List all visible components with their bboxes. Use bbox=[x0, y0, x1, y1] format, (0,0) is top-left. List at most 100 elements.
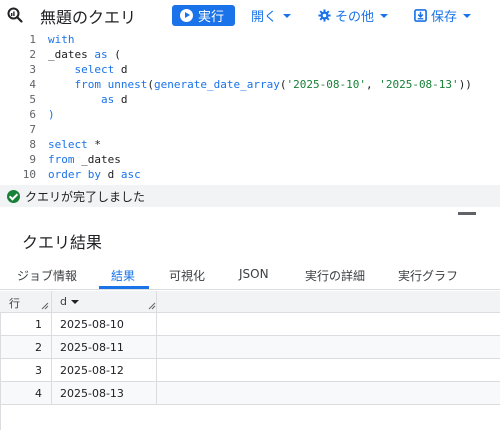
code-token: '2025-08-13' bbox=[379, 78, 459, 91]
code-line[interactable]: 9 from _dates bbox=[0, 153, 500, 168]
panel-resize-handle[interactable] bbox=[458, 212, 476, 215]
chevron-down-icon bbox=[463, 13, 472, 18]
code-token: '2025-08-10' bbox=[286, 78, 366, 91]
code-token: , bbox=[365, 78, 380, 91]
query-icon bbox=[7, 7, 23, 23]
line-number: 2 bbox=[29, 48, 36, 61]
line-number: 9 bbox=[29, 153, 36, 166]
code-token: order by bbox=[48, 168, 101, 181]
column-divider bbox=[51, 291, 52, 313]
code-token: d bbox=[100, 168, 121, 181]
table-row[interactable]: 2 2025-08-11 bbox=[0, 336, 500, 359]
code-text: select d bbox=[48, 63, 128, 76]
code-token: select bbox=[48, 138, 88, 151]
column-divider bbox=[156, 313, 157, 336]
code-token: as bbox=[100, 93, 115, 106]
tab-visualization[interactable]: 可視化 bbox=[169, 267, 205, 284]
column-divider bbox=[51, 313, 52, 336]
code-text: _dates as ( bbox=[48, 48, 121, 61]
line-number: 10 bbox=[22, 168, 36, 181]
cell-d[interactable]: 2025-08-13 bbox=[60, 387, 124, 400]
code-line[interactable]: 2 _dates as ( bbox=[0, 48, 500, 63]
code-token: generate_date_array bbox=[154, 78, 280, 91]
code-token: ) bbox=[48, 108, 55, 121]
run-button[interactable]: 実行 bbox=[172, 5, 235, 26]
code-token: d bbox=[114, 63, 128, 76]
query-toolbar: 無題のクエリ 実行 開く その他 保存 bbox=[0, 0, 500, 30]
sql-editor[interactable]: 1 with 2 _dates as (3 select d4 from unnest… bbox=[0, 30, 500, 185]
column-divider bbox=[51, 359, 52, 382]
code-token: from bbox=[48, 153, 75, 166]
line-number: 1 bbox=[29, 33, 36, 46]
more-menu-button[interactable]: その他 bbox=[318, 6, 389, 25]
cell-d[interactable]: 2025-08-11 bbox=[60, 341, 124, 354]
results-tabs: ジョブ情報 結果 可視化 JSON 実行の詳細 実行グラフ bbox=[0, 262, 500, 290]
code-line[interactable]: 5 as d bbox=[0, 93, 500, 108]
code-token: _dates bbox=[74, 153, 121, 166]
code-line[interactable]: 1 with bbox=[0, 33, 500, 48]
tab-execution-details[interactable]: 実行の詳細 bbox=[305, 267, 365, 284]
table-header: 行 d bbox=[0, 291, 500, 313]
line-number: 4 bbox=[29, 78, 36, 91]
line-number: 6 bbox=[29, 108, 36, 121]
chevron-down-icon bbox=[380, 13, 389, 18]
open-menu-label: 開く bbox=[251, 10, 278, 25]
more-menu-label: その他 bbox=[335, 10, 375, 25]
query-status-bar: クエリが完了しました bbox=[0, 185, 500, 207]
code-line[interactable]: 6) bbox=[0, 108, 500, 123]
code-text: from unnest(generate_date_array('2025-08… bbox=[48, 78, 472, 91]
code-token: ( bbox=[107, 48, 121, 61]
column-header-row: 行 bbox=[9, 297, 20, 310]
tab-execution-graph[interactable]: 実行グラフ bbox=[398, 267, 458, 284]
cell-d[interactable]: 2025-08-12 bbox=[60, 364, 124, 377]
table-row[interactable]: 4 2025-08-13 bbox=[0, 382, 500, 405]
code-token: )) bbox=[458, 78, 472, 91]
check-circle-icon bbox=[7, 189, 20, 203]
column-header-d[interactable]: d bbox=[60, 295, 79, 308]
code-token: ( bbox=[147, 78, 154, 91]
code-token: d bbox=[114, 93, 128, 106]
table-row[interactable]: 1 2025-08-10 bbox=[0, 313, 500, 336]
column-divider bbox=[51, 382, 52, 405]
code-text: as d bbox=[48, 93, 128, 106]
tab-json[interactable]: JSON bbox=[239, 267, 269, 281]
tab-results[interactable]: 結果 bbox=[111, 267, 135, 284]
code-text: with bbox=[48, 33, 75, 46]
query-status-text: クエリが完了しました bbox=[25, 189, 146, 204]
code-line[interactable]: 4 from unnest(generate_date_array('2025-… bbox=[0, 78, 500, 93]
sort-descending-icon bbox=[70, 299, 79, 304]
save-menu-button[interactable]: 保存 bbox=[414, 6, 472, 25]
code-token: as bbox=[94, 48, 108, 61]
line-number: 7 bbox=[29, 123, 36, 136]
code-token: asc bbox=[120, 168, 141, 181]
code-line[interactable]: 7 bbox=[0, 123, 500, 138]
column-resize-icon[interactable] bbox=[148, 302, 156, 310]
code-text: select * bbox=[48, 138, 101, 151]
column-divider bbox=[51, 336, 52, 359]
code-token: from bbox=[74, 78, 102, 91]
table-left-border bbox=[0, 313, 1, 430]
code-line[interactable]: 10 order by d asc bbox=[0, 168, 500, 183]
tab-job-info[interactable]: ジョブ情報 bbox=[17, 267, 77, 284]
column-resize-icon[interactable] bbox=[41, 302, 49, 310]
open-menu-button[interactable]: 開く bbox=[251, 6, 292, 25]
gear-icon bbox=[318, 9, 331, 22]
table-row[interactable]: 3 2025-08-12 bbox=[0, 359, 500, 382]
code-text: ) bbox=[48, 108, 55, 121]
row-number: 2 bbox=[35, 341, 42, 354]
row-number: 3 bbox=[35, 364, 42, 377]
save-menu-label: 保存 bbox=[431, 10, 458, 25]
run-button-label: 実行 bbox=[198, 10, 225, 25]
column-divider bbox=[156, 382, 157, 405]
line-number: 3 bbox=[29, 63, 36, 76]
code-line[interactable]: 8 select * bbox=[0, 138, 500, 153]
code-token: select bbox=[74, 63, 115, 76]
column-header-d-label: d bbox=[60, 295, 67, 308]
cell-d[interactable]: 2025-08-10 bbox=[60, 318, 124, 331]
row-number: 4 bbox=[35, 387, 42, 400]
code-line[interactable]: 3 select d bbox=[0, 63, 500, 78]
column-divider bbox=[156, 336, 157, 359]
